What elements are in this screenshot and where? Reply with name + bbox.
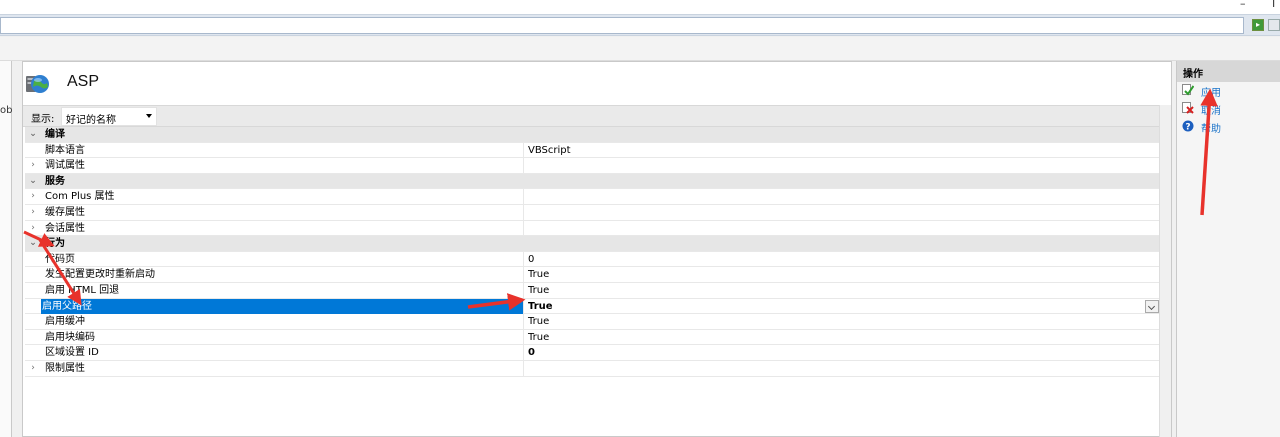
column-separator	[523, 158, 524, 173]
grid-row[interactable]: 启用块编码 True	[25, 329, 1161, 346]
column-separator	[523, 251, 524, 267]
actions-pane: 操作 应用 取消 ? 帮助	[1176, 61, 1280, 437]
minimize-button[interactable]: –	[1240, 0, 1246, 10]
connections-pane[interactable]: ob	[0, 61, 12, 437]
display-label: 显示:	[31, 114, 55, 125]
refresh-icon[interactable]	[1268, 19, 1280, 31]
expand-icon[interactable]: ›	[27, 221, 39, 236]
property-name: 会话属性	[45, 222, 85, 234]
expand-icon[interactable]: ›	[27, 205, 39, 220]
apply-icon	[1182, 84, 1194, 96]
property-value: 0	[528, 347, 535, 359]
property-name: 启用父路径	[42, 300, 92, 312]
cancel-action[interactable]: 取消	[1177, 100, 1280, 118]
column-separator	[523, 360, 524, 376]
property-value[interactable]: True	[528, 299, 553, 314]
grid-category-row[interactable]: ⌄ 服务	[25, 173, 1161, 190]
property-value: True	[528, 284, 550, 296]
property-name: 编译	[45, 129, 65, 140]
svg-text:?: ?	[1185, 123, 1190, 133]
property-value: True	[528, 331, 550, 343]
grid-row[interactable]: 启用 HTML 回退 True	[25, 282, 1161, 299]
actions-title: 操作	[1177, 61, 1280, 82]
toolbar	[0, 37, 1280, 61]
collapse-icon[interactable]: ⌄	[27, 127, 39, 142]
help-icon: ?	[1182, 120, 1194, 132]
column-separator	[523, 142, 524, 158]
property-name: 行为	[45, 238, 65, 250]
column-separator	[523, 204, 524, 220]
property-name: 发生配置更改时重新启动	[45, 269, 155, 281]
grid-row[interactable]: › 调试属性	[25, 158, 1161, 174]
cancel-icon	[1182, 102, 1194, 114]
property-name: Com Plus 属性	[45, 191, 115, 203]
column-separator	[523, 329, 524, 345]
property-value: True	[528, 269, 550, 281]
grid-category-row[interactable]: ⌄ 行为	[25, 236, 1161, 252]
grid-row[interactable]: 发生配置更改时重新启动 True	[25, 267, 1161, 283]
expand-icon[interactable]: ›	[27, 158, 39, 173]
column-separator	[523, 314, 524, 329]
property-value: VBScript	[528, 144, 571, 156]
property-value: 0	[528, 253, 535, 265]
page-title: ASP	[67, 73, 100, 90]
help-action[interactable]: ? 帮助	[1177, 118, 1280, 136]
collapse-icon[interactable]: ⌄	[27, 236, 39, 251]
expand-icon[interactable]: ›	[27, 361, 39, 376]
grid-row[interactable]: 脚本语言 VBScript	[25, 142, 1161, 159]
chevron-down-icon	[146, 114, 152, 118]
apply-action[interactable]: 应用	[1177, 82, 1280, 100]
grid-row[interactable]: › 缓存属性	[25, 204, 1161, 221]
connections-fragment: ob	[0, 105, 13, 116]
window-top: – I	[0, 0, 1280, 14]
property-name: 脚本语言	[45, 144, 85, 156]
grid-row[interactable]: 启用缓冲 True	[25, 314, 1161, 330]
display-bar: 显示: 好记的名称	[23, 105, 1160, 127]
feature-pane: ASP 显示: 好记的名称 ⌄ 编译脚本语言 VBScript › 调试属性 ⌄ 服务 › Co…	[22, 61, 1172, 437]
grid-row[interactable]: › 会话属性	[25, 220, 1161, 237]
property-value: True	[528, 316, 550, 328]
window-edge-glyph: I	[1272, 0, 1276, 10]
address-strip: ▸	[0, 14, 1280, 36]
grid-row[interactable]: › 限制属性	[25, 360, 1161, 377]
property-name: 调试属性	[45, 160, 85, 172]
property-name: 代码页	[45, 253, 75, 265]
collapse-icon[interactable]: ⌄	[27, 174, 39, 189]
property-name: 服务	[45, 175, 65, 187]
grid-row[interactable]: › Com Plus 属性	[25, 189, 1161, 205]
vertical-scrollbar[interactable]	[1159, 105, 1171, 437]
column-separator	[523, 282, 524, 298]
property-name: 缓存属性	[45, 206, 85, 218]
property-grid: ⌄ 编译脚本语言 VBScript › 调试属性 ⌄ 服务 › Com Plus 属性 › 缓存属性…	[25, 127, 1161, 377]
help-label: 帮助	[1201, 124, 1221, 135]
expand-icon[interactable]: ›	[27, 189, 39, 204]
column-separator	[523, 189, 524, 204]
column-separator	[523, 345, 524, 360]
display-select-value: 好记的名称	[66, 115, 116, 126]
column-separator	[523, 220, 524, 236]
value-dropdown-icon[interactable]	[1145, 299, 1159, 313]
display-select[interactable]: 好记的名称	[61, 107, 157, 126]
grid-row[interactable]: 区域设置 ID 0	[25, 345, 1161, 361]
property-name: 限制属性	[45, 362, 85, 374]
property-name: 启用块编码	[45, 331, 95, 343]
grid-row[interactable]: 代码页 0	[25, 251, 1161, 268]
property-name: 启用 HTML 回退	[45, 284, 120, 296]
column-separator	[523, 267, 524, 282]
apply-label: 应用	[1201, 88, 1221, 99]
go-icon[interactable]: ▸	[1252, 19, 1264, 31]
cancel-label: 取消	[1201, 106, 1221, 117]
property-name: 启用缓冲	[45, 316, 85, 328]
column-separator	[523, 298, 524, 314]
grid-category-row[interactable]: ⌄ 编译	[25, 127, 1161, 143]
address-bar[interactable]	[0, 17, 1244, 34]
property-name: 区域设置 ID	[45, 347, 99, 359]
asp-globe-icon	[26, 75, 49, 93]
grid-row-selected[interactable]: 启用父路径 True	[25, 298, 1161, 315]
